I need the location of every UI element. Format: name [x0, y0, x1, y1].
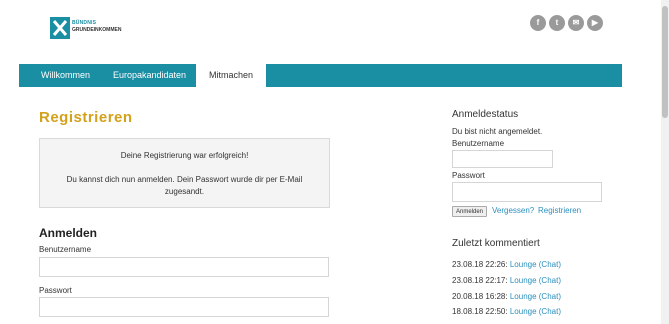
page-title: Registrieren [39, 109, 133, 126]
success-message: Deine Registrierung war erfolgreich! [120, 151, 249, 160]
comment-date: 23.08.18 22:26: [452, 260, 508, 269]
logo-x-icon [50, 17, 70, 39]
sidebar-login-button[interactable]: Anmelden [452, 206, 488, 217]
comment-link[interactable]: Lounge (Chat) [510, 307, 561, 316]
comment-link[interactable]: Lounge (Chat) [510, 276, 561, 285]
sidebar-username-field[interactable] [452, 150, 553, 168]
comment-date: 18.08.18 22:50: [452, 307, 508, 316]
login-hint-message: Du kannst dich nun anmelden. Dein Passwo… [66, 175, 303, 196]
comment-item: 23.08.18 22:17: Lounge (Chat) [452, 276, 561, 285]
nav-item-mitmachen[interactable]: Mitmachen [196, 64, 267, 87]
comment-item: 20.08.18 16:28: Lounge (Chat) [452, 292, 561, 301]
comment-link[interactable]: Lounge (Chat) [510, 292, 561, 301]
sidebar-password-label: Passwort [452, 171, 485, 180]
username-field[interactable] [39, 257, 329, 277]
success-message-box: Deine Registrierung war erfolgreich! Du … [39, 138, 330, 208]
nav-item-willkommen[interactable]: Willkommen [41, 64, 90, 87]
nav-item-europakandidaten[interactable]: Europakandidaten [113, 64, 186, 87]
sidebar-username-label: Benutzername [452, 139, 505, 148]
site-logo[interactable]: BÜNDNIS GRUNDEINKOMMEN [50, 17, 122, 41]
password-field[interactable] [39, 297, 329, 317]
scrollbar-thumb[interactable] [662, 6, 668, 118]
login-heading: Anmelden [39, 226, 98, 240]
main-navigation: Willkommen Europakandidaten Mitmachen [19, 64, 622, 87]
comment-item: 23.08.18 22:26: Lounge (Chat) [452, 260, 561, 269]
sidebar-password-field[interactable] [452, 182, 602, 202]
twitter-icon[interactable]: t [549, 15, 565, 31]
comment-date: 23.08.18 22:17: [452, 276, 508, 285]
comment-link[interactable]: Lounge (Chat) [510, 260, 561, 269]
password-label: Passwort [39, 286, 72, 295]
logo-text-line2: GRUNDEINKOMMEN [72, 27, 122, 33]
username-label: Benutzername [39, 245, 92, 254]
mail-icon[interactable]: ✉ [568, 15, 584, 31]
social-links: f t ✉ ▶ [530, 15, 603, 31]
scrollbar[interactable] [661, 0, 669, 324]
register-link[interactable]: Registrieren [538, 206, 581, 215]
recent-comments-heading: Zuletzt kommentiert [452, 238, 540, 249]
comment-date: 20.08.18 16:28: [452, 292, 508, 301]
status-heading: Anmeldestatus [452, 109, 519, 120]
comment-item: 18.08.18 22:50: Lounge (Chat) [452, 307, 561, 316]
logo-text-line1: BÜNDNIS [72, 20, 97, 26]
youtube-icon[interactable]: ▶ [587, 15, 603, 31]
facebook-icon[interactable]: f [530, 15, 546, 31]
status-text: Du bist nicht angemeldet. [452, 127, 543, 136]
forgot-password-link[interactable]: Vergessen? [492, 206, 534, 215]
